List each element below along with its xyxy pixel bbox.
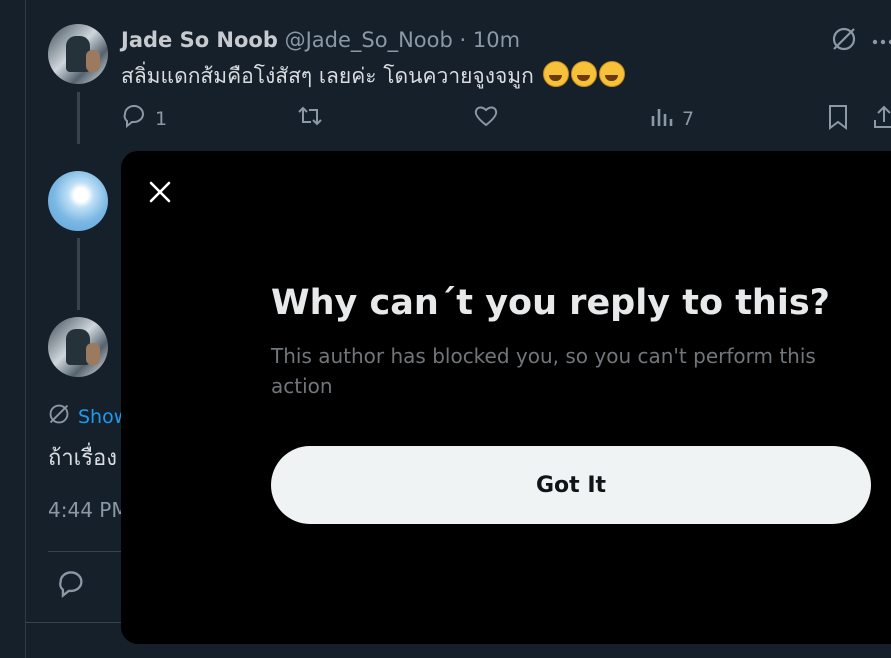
show-more-link[interactable]: Show <box>48 403 129 430</box>
close-icon[interactable] <box>145 177 175 207</box>
divider <box>48 551 121 552</box>
muted-icon[interactable] <box>831 26 857 58</box>
tweet-time[interactable]: 10m <box>473 28 520 52</box>
time-separator: · <box>459 28 467 52</box>
tweet-header: Jade So Noob @Jade_So_Noob · 10m <box>121 28 520 52</box>
retweet-icon <box>296 104 324 133</box>
got-it-button[interactable]: Got It <box>271 446 871 524</box>
retweet-button[interactable] <box>296 104 324 133</box>
like-button[interactable] <box>473 104 499 133</box>
tweet-text-content: สลิ่มแดกส้มคือโง่สัสๆ เลยค่ะ โดนควายจูงจ… <box>121 64 534 88</box>
tweet-actions: 1 7 <box>121 104 891 138</box>
avatar[interactable] <box>48 171 108 231</box>
reply-button[interactable]: 1 <box>121 104 167 133</box>
avatar[interactable] <box>48 317 108 377</box>
reply-icon[interactable] <box>56 570 86 602</box>
bookmark-button[interactable] <box>827 104 849 135</box>
thread-line <box>77 92 80 144</box>
more-dots-icon[interactable] <box>872 30 891 58</box>
rolling-on-floor-laughing-emoji <box>570 61 597 87</box>
reply-tweet-text: ถ้าเรื่อง <box>48 446 117 471</box>
views-chart-icon <box>650 104 674 133</box>
rolling-on-floor-laughing-emoji <box>542 61 569 87</box>
divider <box>25 622 121 623</box>
share-button[interactable] <box>872 104 891 135</box>
view-count: 7 <box>682 107 695 130</box>
tweet-text: สลิ่มแดกส้มคือโง่สัสๆ เลยค่ะ โดนควายจูงจ… <box>121 60 625 93</box>
tweet-timestamp[interactable]: 4:44 PM <box>48 498 129 522</box>
share-icon <box>872 104 891 135</box>
left-column <box>0 0 26 658</box>
avatar[interactable] <box>48 24 108 84</box>
reply-count: 1 <box>155 107 168 130</box>
rolling-on-floor-laughing-emoji <box>598 61 625 87</box>
author-handle[interactable]: @Jade_So_Noob <box>285 28 453 52</box>
heart-icon <box>473 104 499 133</box>
modal-description: This author has blocked you, so you can'… <box>271 344 816 398</box>
modal-title: Why can´t you reply to this? <box>271 283 830 323</box>
reply-icon <box>121 104 147 133</box>
author-name[interactable]: Jade So Noob <box>121 28 278 52</box>
thread-line <box>77 238 80 310</box>
muted-icon <box>48 403 70 430</box>
views-button[interactable]: 7 <box>650 104 694 133</box>
reply-restricted-modal: Why can´t you reply to this? This author… <box>121 151 891 644</box>
bookmark-icon <box>827 104 849 135</box>
